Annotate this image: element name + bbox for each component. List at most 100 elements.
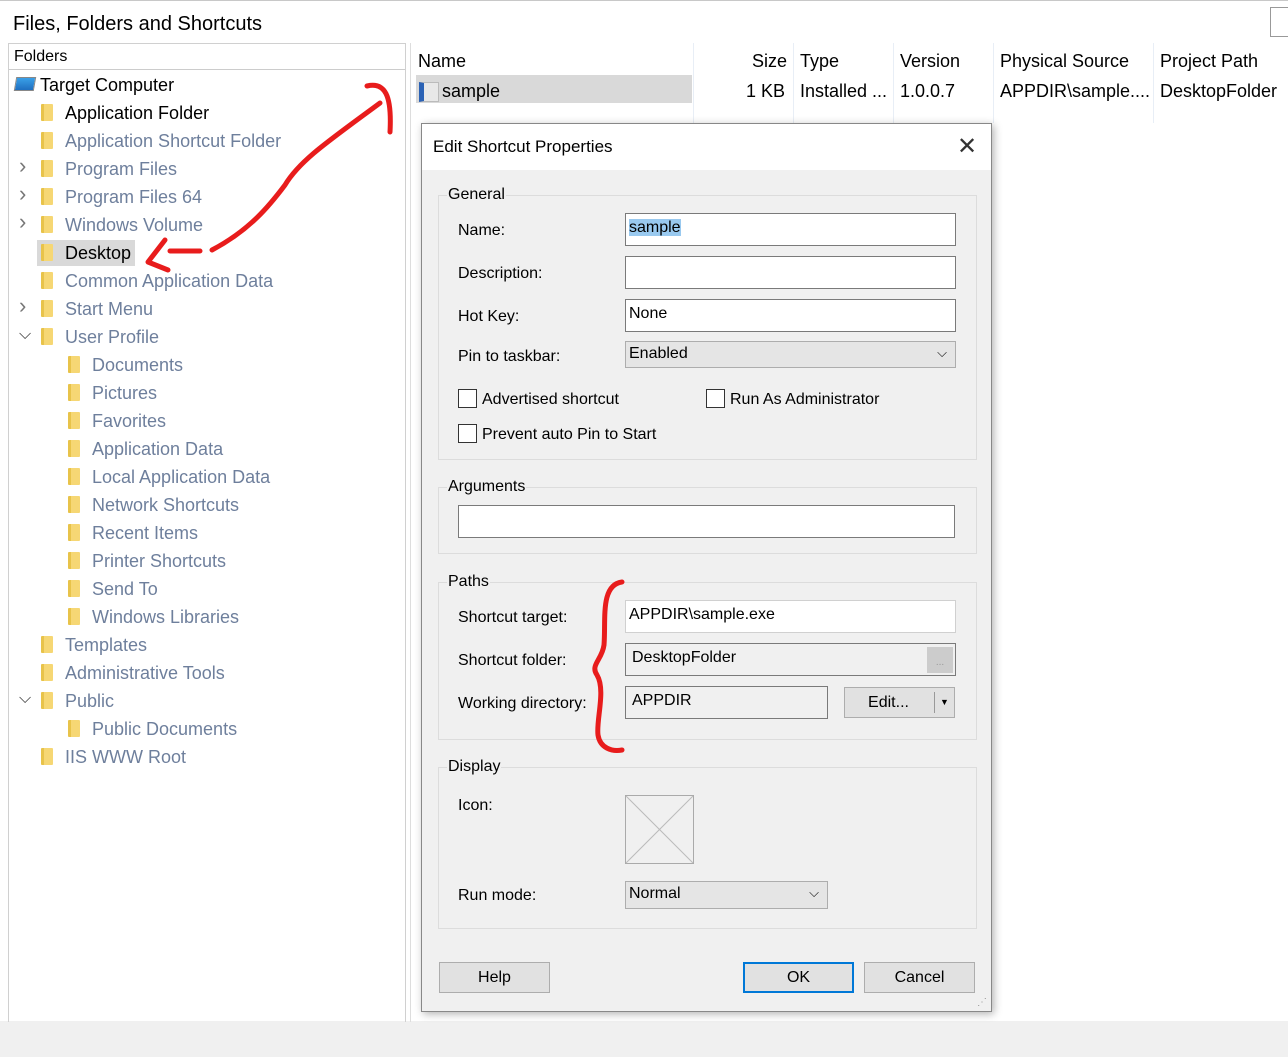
search-button[interactable] (1270, 7, 1288, 37)
column-separator[interactable] (693, 43, 694, 123)
tree-item-label: Windows Libraries (92, 607, 240, 627)
tree-item[interactable]: Network Shortcuts (68, 492, 243, 518)
tree-item-label: Pictures (92, 383, 158, 403)
column-header[interactable]: Project Path (1160, 51, 1258, 72)
tree-item[interactable]: Recent Items (68, 520, 202, 546)
tree-item[interactable]: Program Files 64 (41, 184, 206, 210)
shortcut-folder-input: DesktopFolder (625, 643, 956, 676)
column-header[interactable]: Size (752, 51, 787, 72)
display-label: Display (447, 758, 502, 776)
tree-item-label: Local Application Data (92, 467, 271, 487)
help-button[interactable]: Help (439, 962, 550, 993)
tree-item[interactable]: Local Application Data (68, 464, 274, 490)
hotkey-input[interactable]: None (625, 299, 956, 332)
folder-icon (41, 636, 53, 653)
advertised-checkbox[interactable]: Advertised shortcut (458, 389, 619, 409)
tree-item[interactable]: Send To (68, 576, 162, 602)
shortcut-target-input[interactable]: APPDIR\sample.exe (625, 600, 956, 633)
arguments-label: Arguments (447, 478, 527, 496)
cancel-button[interactable]: Cancel (864, 962, 975, 993)
tree-item[interactable]: User Profile (41, 324, 163, 350)
chevron-right-icon[interactable]: › (19, 181, 26, 207)
tree-item[interactable]: Common Application Data (41, 268, 277, 294)
folder-icon (68, 412, 80, 429)
column-header[interactable]: Name (418, 51, 466, 72)
ok-button[interactable]: OK (743, 962, 854, 993)
tree-header: Folders (9, 44, 405, 70)
folder-icon (41, 104, 53, 121)
tree-item[interactable]: Application Shortcut Folder (41, 128, 285, 154)
tree-item-label: Program Files (65, 159, 178, 179)
run-admin-label: Run As Administrator (730, 391, 880, 408)
tree-item[interactable]: Start Menu (41, 296, 157, 322)
tree-item[interactable]: Target Computer (13, 72, 178, 98)
tree-item[interactable]: Application Folder (41, 100, 213, 126)
edit-button-label: Edit... (868, 694, 909, 711)
tree-item[interactable]: Documents (68, 352, 187, 378)
browse-folder-button[interactable]: ... (927, 647, 953, 673)
folder-tree[interactable]: Folders Target Computer Application Folde… (8, 43, 406, 1022)
run-mode-label: Run mode: (458, 887, 537, 904)
tree-item-label: Common Application Data (65, 271, 274, 291)
arguments-input[interactable] (458, 505, 955, 538)
tree-item[interactable]: IIS WWW Root (41, 744, 190, 770)
run-admin-checkbox[interactable]: Run As Administrator (706, 389, 879, 409)
tree-item[interactable]: Administrative Tools (41, 660, 229, 686)
column-header[interactable]: Physical Source (1000, 51, 1129, 72)
tree-item[interactable]: Windows Volume (41, 212, 207, 238)
shortcut-target-label: Shortcut target: (458, 609, 568, 626)
close-icon[interactable]: ✕ (957, 132, 977, 161)
column-separator[interactable] (1153, 43, 1154, 123)
pin-taskbar-label: Pin to taskbar: (458, 348, 561, 365)
shortcut-folder-label: Shortcut folder: (458, 652, 567, 669)
icon-placeholder[interactable] (625, 795, 694, 864)
tree-item[interactable]: Favorites (68, 408, 170, 434)
column-separator[interactable] (893, 43, 894, 123)
folder-icon (68, 524, 80, 541)
tree-item-label: Target Computer (40, 75, 175, 95)
name-input[interactable]: sample (625, 213, 956, 246)
chevron-down-icon[interactable]: ⌵ (19, 326, 31, 344)
window-title: Files, Folders and Shortcuts (13, 13, 262, 35)
chevron-right-icon[interactable]: › (19, 293, 26, 319)
folder-icon (41, 272, 53, 289)
description-input[interactable] (625, 256, 956, 289)
tree-item[interactable]: Public Documents (68, 716, 241, 742)
tree-item[interactable]: Public (41, 688, 118, 714)
general-label: General (447, 186, 506, 204)
working-directory-input: APPDIR (625, 686, 828, 719)
chevron-right-icon[interactable]: › (19, 153, 26, 179)
tree-item-label: IIS WWW Root (65, 747, 186, 767)
folder-icon (68, 384, 80, 401)
chevron-right-icon[interactable]: › (19, 209, 26, 235)
tree-item-label: Favorites (92, 411, 167, 431)
folder-icon (68, 580, 80, 597)
run-mode-select[interactable]: Normal ⌵ (625, 881, 828, 909)
tree-item-label: Public (65, 691, 115, 711)
list-cell[interactable]: sample (442, 81, 500, 102)
tree-item[interactable]: Application Data (68, 436, 227, 462)
paths-label: Paths (447, 573, 490, 591)
column-header[interactable]: Version (900, 51, 960, 72)
tree-item[interactable]: Desktop (37, 240, 136, 266)
folder-icon (41, 132, 53, 149)
dropdown-arrow-icon[interactable]: ▼ (934, 692, 954, 713)
resize-grip-icon[interactable]: ⋰ (977, 997, 987, 1008)
pin-taskbar-select[interactable]: Enabled ⌵ (625, 341, 956, 368)
edit-split-button[interactable]: Edit... ▼ (844, 687, 955, 718)
tree-item[interactable]: Printer Shortcuts (68, 548, 230, 574)
tree-item[interactable]: Pictures (68, 380, 161, 406)
tree-item[interactable]: Program Files (41, 156, 181, 182)
folder-icon (41, 160, 53, 177)
tree-item[interactable]: Templates (41, 632, 151, 658)
chevron-down-icon[interactable]: ⌵ (19, 690, 31, 708)
tree-item-label: Public Documents (92, 719, 238, 739)
folder-icon (68, 720, 80, 737)
tree-item[interactable]: Windows Libraries (68, 604, 243, 630)
column-header[interactable]: Type (800, 51, 839, 72)
description-label: Description: (458, 265, 543, 282)
prevent-pin-checkbox[interactable]: Prevent auto Pin to Start (458, 424, 656, 444)
column-separator[interactable] (793, 43, 794, 123)
column-separator[interactable] (993, 43, 994, 123)
advertised-label: Advertised shortcut (482, 391, 619, 408)
